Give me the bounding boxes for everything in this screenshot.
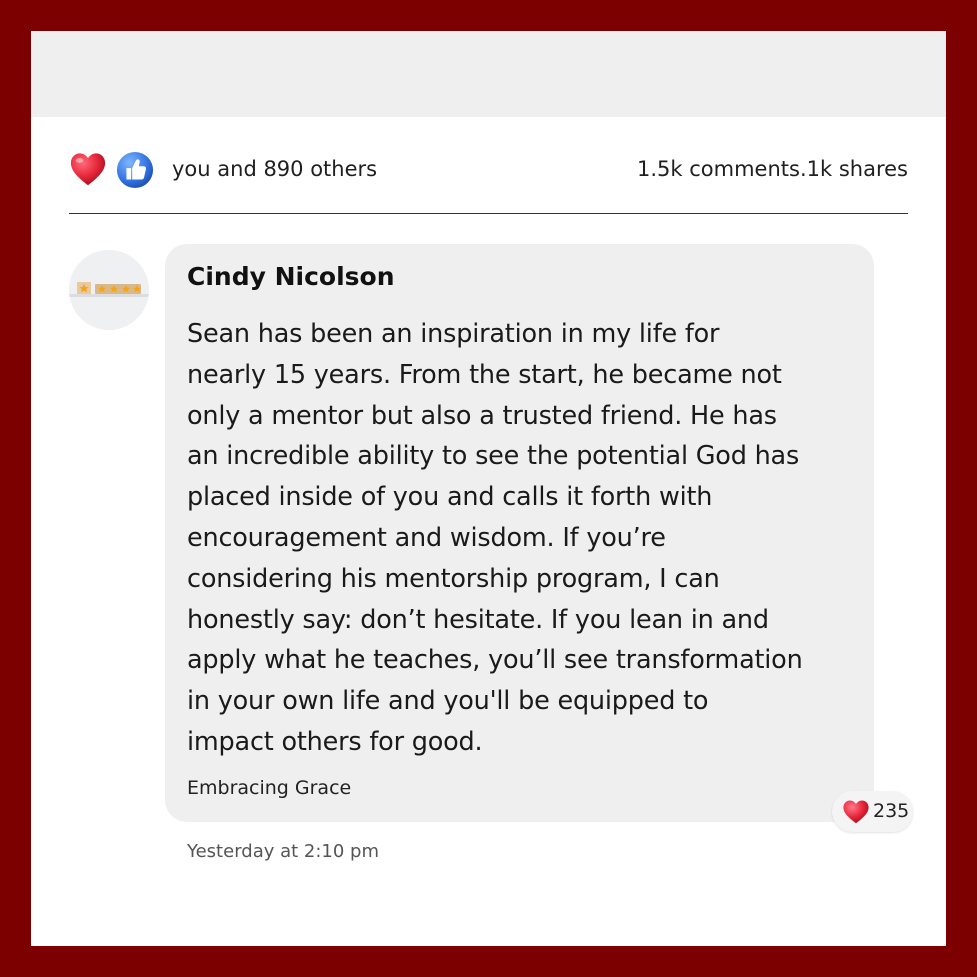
comment-line: placed inside of you and calls it forth … bbox=[187, 482, 713, 513]
comment-line: Sean has been an inspiration in my life … bbox=[187, 319, 720, 349]
divider bbox=[69, 213, 908, 214]
comment-author[interactable]: Cindy Nicolson bbox=[187, 262, 395, 291]
comment-bubble: Cindy Nicolson Sean has been an inspirat… bbox=[165, 244, 874, 822]
reaction-count: 235 bbox=[873, 800, 910, 822]
comment-affiliation: Embracing Grace bbox=[187, 777, 352, 799]
comment-text: Sean has been an inspiration in my life … bbox=[187, 314, 847, 763]
rating-stars-icon bbox=[69, 250, 149, 330]
heart-icon bbox=[843, 800, 869, 824]
comment-line: impact others for good. bbox=[187, 726, 483, 757]
comment-line: apply what he teaches, you’ll see transf… bbox=[187, 645, 803, 676]
reactions-summary[interactable]: you and 890 others bbox=[172, 157, 377, 181]
like-icon[interactable] bbox=[116, 151, 154, 189]
comment-line: an incredible ability to see the potenti… bbox=[187, 441, 800, 472]
engagement-stats[interactable]: 1.5k comments.1k shares bbox=[637, 157, 908, 181]
comment-line: in your own life and you'll be equipped … bbox=[187, 686, 709, 717]
comment-reaction-badge[interactable]: 235 bbox=[832, 791, 913, 832]
reactions-bar[interactable]: you and 890 others 1.5k comments.1k shar… bbox=[69, 149, 908, 189]
post-header-area bbox=[31, 31, 946, 117]
comment-line: considering his mentorship program, I ca… bbox=[187, 563, 720, 594]
comment-line: nearly 15 years. From the start, he beca… bbox=[187, 359, 782, 390]
comment-line: encouragement and wisdom. If you’re bbox=[187, 522, 666, 553]
comment-line: only a mentor but also a trusted friend.… bbox=[187, 400, 777, 431]
avatar[interactable] bbox=[69, 250, 149, 330]
post-card: you and 890 others 1.5k comments.1k shar… bbox=[31, 31, 946, 946]
heart-icon[interactable] bbox=[69, 151, 107, 189]
comment-timestamp[interactable]: Yesterday at 2:10 pm bbox=[187, 841, 379, 862]
comment-line: honestly say: don’t hesitate. If you lea… bbox=[187, 604, 769, 635]
